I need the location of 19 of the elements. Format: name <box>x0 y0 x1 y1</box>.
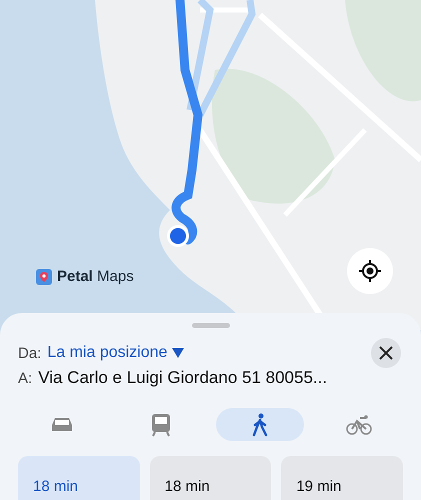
drag-handle[interactable] <box>192 323 230 328</box>
travel-mode-tab[interactable] <box>216 408 304 441</box>
route-option-card[interactable]: 19 min <box>281 456 404 500</box>
train-icon <box>151 412 171 436</box>
locate-icon <box>358 259 382 283</box>
close-button[interactable] <box>371 338 401 368</box>
route-option-card[interactable]: 18 min <box>18 456 140 500</box>
origin-dropdown[interactable]: La mia posizione <box>47 344 184 362</box>
route-option-card[interactable]: 18 min <box>150 456 272 500</box>
map-pin-icon <box>36 268 52 284</box>
bicycle-icon <box>346 414 372 434</box>
caret-icon <box>172 348 184 358</box>
destination-text: Via Carlo e Luigi Giordano 51 80055... <box>38 368 328 388</box>
car-icon <box>50 416 74 434</box>
walking-person-icon <box>251 412 269 436</box>
to-label: A: <box>18 370 32 386</box>
logo-text: Petal Maps <box>57 268 134 285</box>
from-label: Da: <box>18 344 42 362</box>
close-icon <box>378 345 394 361</box>
